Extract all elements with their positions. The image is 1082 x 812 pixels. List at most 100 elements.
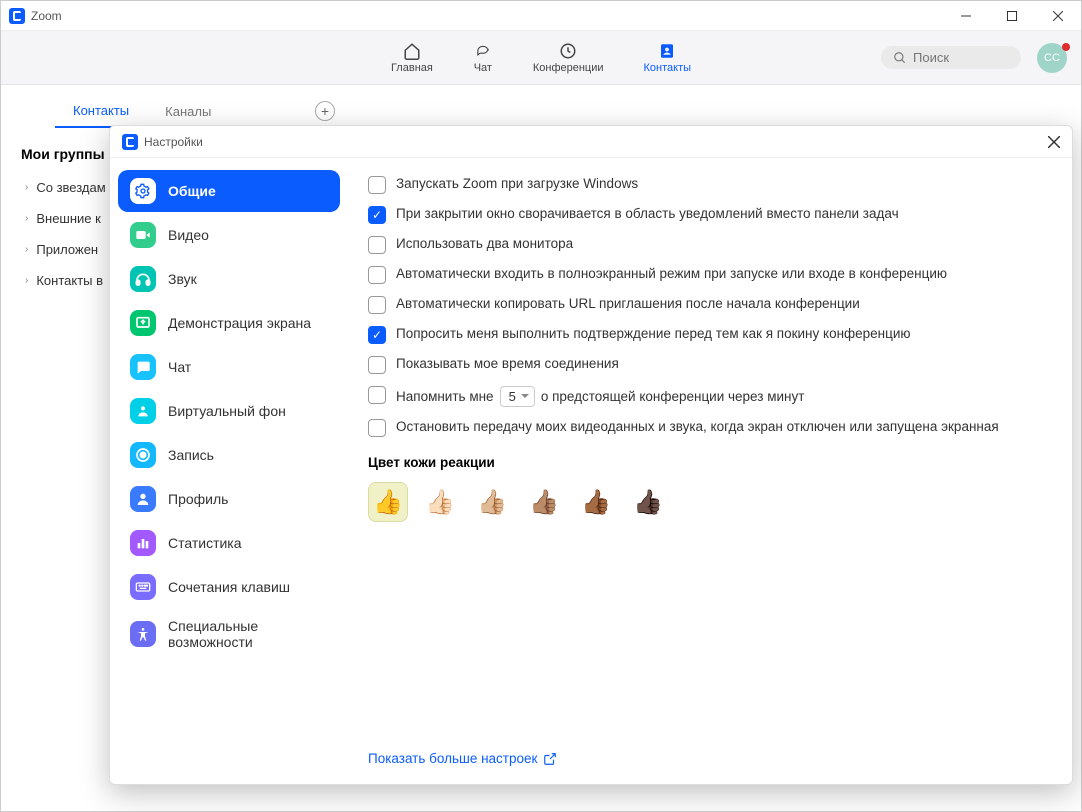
close-button[interactable] [1035, 1, 1081, 31]
home-icon [402, 42, 422, 60]
settings-tab-stats[interactable]: Статистика [118, 522, 340, 564]
checkbox[interactable] [368, 236, 386, 254]
top-nav: Главная Чат Конференции Контакты CC [1, 31, 1081, 85]
checkbox[interactable] [368, 386, 386, 404]
settings-tab-keyboard[interactable]: Сочетания клавиш [118, 566, 340, 608]
settings-tab-label: Запись [168, 447, 214, 463]
option-label: Попросить меня выполнить подтверждение п… [396, 326, 911, 341]
chevron-right-icon: › [25, 182, 28, 193]
subtab-contacts[interactable]: Контакты [55, 95, 147, 128]
checkbox[interactable] [368, 326, 386, 344]
option-row[interactable]: Автоматически копировать URL приглашения… [368, 296, 1052, 314]
nav-chat-label: Чат [474, 62, 492, 74]
option-label: Показывать мое время соединения [396, 356, 619, 371]
settings-tab-label: Чат [168, 359, 191, 375]
settings-tab-gear[interactable]: Общие [118, 170, 340, 212]
settings-tab-label: Звук [168, 271, 197, 287]
settings-tab-profile[interactable]: Профиль [118, 478, 340, 520]
checkbox[interactable] [368, 206, 386, 224]
option-label: Запускать Zoom при загрузке Windows [396, 176, 638, 191]
external-link-icon [543, 752, 557, 766]
more-settings-link[interactable]: Показать больше настроек [368, 751, 557, 766]
option-label: Автоматически копировать URL приглашения… [396, 296, 860, 311]
nav-contacts[interactable]: Контакты [644, 42, 692, 74]
option-remind[interactable]: Напомнить мне 5 о предстоящей конференци… [368, 386, 1052, 407]
option-row[interactable]: Запускать Zoom при загрузке Windows [368, 176, 1052, 194]
window-title: Zoom [31, 9, 62, 23]
settings-tab-bg[interactable]: Виртуальный фон [118, 390, 340, 432]
skin-tone-option[interactable]: 👍 [368, 482, 408, 522]
checkbox[interactable] [368, 419, 386, 437]
titlebar: Zoom [1, 1, 1081, 31]
option-row[interactable]: Использовать два монитора [368, 236, 1052, 254]
skin-tone-option[interactable]: 👍🏻 [420, 482, 460, 522]
remind-select[interactable]: 5 [500, 386, 535, 407]
skin-tone-option[interactable]: 👍🏽 [524, 482, 564, 522]
settings-tab-label: Сочетания клавиш [168, 579, 290, 595]
chevron-right-icon: › [25, 213, 28, 224]
stats-icon [130, 530, 156, 556]
share-icon [130, 310, 156, 336]
contact-subtabs: Контакты Каналы + [55, 95, 335, 128]
settings-tab-share[interactable]: Демонстрация экрана [118, 302, 340, 344]
option-row[interactable]: При закрытии окно сворачивается в област… [368, 206, 1052, 224]
settings-tab-label: Профиль [168, 491, 228, 507]
settings-tab-a11y[interactable]: Специальные возможности [118, 610, 340, 658]
settings-tab-label: Статистика [168, 535, 242, 551]
nav-home[interactable]: Главная [391, 42, 433, 74]
checkbox[interactable] [368, 296, 386, 314]
settings-close-button[interactable] [1048, 136, 1060, 148]
skin-tone-option[interactable]: 👍🏾 [576, 482, 616, 522]
zoom-app-icon [122, 134, 138, 150]
settings-tab-chat[interactable]: Чат [118, 346, 340, 388]
group-label: Контакты в [36, 273, 103, 288]
checkbox[interactable] [368, 266, 386, 284]
option-row[interactable]: Автоматически входить в полноэкранный ре… [368, 266, 1052, 284]
settings-sidebar: Общие Видео Звук Демонстрация экрана Чат Вирт… [110, 158, 348, 784]
settings-tab-label: Специальные возможности [168, 618, 328, 650]
skin-tone-option[interactable]: 👍🏿 [628, 482, 668, 522]
a11y-icon [130, 621, 156, 647]
chevron-right-icon: › [25, 244, 28, 255]
settings-tab-label: Общие [168, 183, 216, 199]
nav-contacts-label: Контакты [644, 62, 692, 74]
option-row[interactable]: Показывать мое время соединения [368, 356, 1052, 374]
skin-tone-label: Цвет кожи реакции [368, 455, 1052, 470]
minimize-button[interactable] [943, 1, 989, 31]
search-icon [893, 51, 907, 65]
option-row[interactable]: Попросить меня выполнить подтверждение п… [368, 326, 1052, 344]
settings-tab-video[interactable]: Видео [118, 214, 340, 256]
option-label: Использовать два монитора [396, 236, 573, 251]
chevron-right-icon: › [25, 275, 28, 286]
checkbox[interactable] [368, 176, 386, 194]
remind-value: 5 [509, 389, 516, 404]
option-label: При закрытии окно сворачивается в област… [396, 206, 899, 221]
remind-suffix: о предстоящей конференции через минут [541, 389, 805, 404]
subtab-channels[interactable]: Каналы [147, 96, 229, 127]
zoom-app-icon [9, 8, 25, 24]
settings-dialog: Настройки Общие Видео Звук Демонстрация экр… [109, 125, 1073, 785]
search-input[interactable] [913, 50, 1003, 65]
skin-tone-row: 👍 👍🏻 👍🏼 👍🏽 👍🏾 👍🏿 [368, 482, 1052, 522]
group-label: Со звездам [36, 180, 105, 195]
checkbox[interactable] [368, 356, 386, 374]
avatar[interactable]: CC [1037, 43, 1067, 73]
skin-tone-option[interactable]: 👍🏼 [472, 482, 512, 522]
nav-meetings[interactable]: Конференции [533, 42, 604, 74]
settings-title: Настройки [144, 135, 203, 149]
settings-tab-label: Видео [168, 227, 209, 243]
option-stop-share[interactable]: Остановить передачу моих видеоданных и з… [368, 419, 1052, 437]
rec-icon [130, 442, 156, 468]
add-contact-button[interactable]: + [315, 101, 335, 121]
settings-tab-rec[interactable]: Запись [118, 434, 340, 476]
search-box[interactable] [881, 46, 1021, 69]
group-label: Внешние к [36, 211, 100, 226]
nav-chat[interactable]: Чат [473, 42, 493, 74]
nav-home-label: Главная [391, 62, 433, 74]
remind-prefix: Напомнить мне [396, 389, 494, 404]
chat-icon [473, 42, 493, 60]
settings-tab-audio[interactable]: Звук [118, 258, 340, 300]
option-label: Автоматически входить в полноэкранный ре… [396, 266, 947, 281]
maximize-button[interactable] [989, 1, 1035, 31]
video-icon [130, 222, 156, 248]
